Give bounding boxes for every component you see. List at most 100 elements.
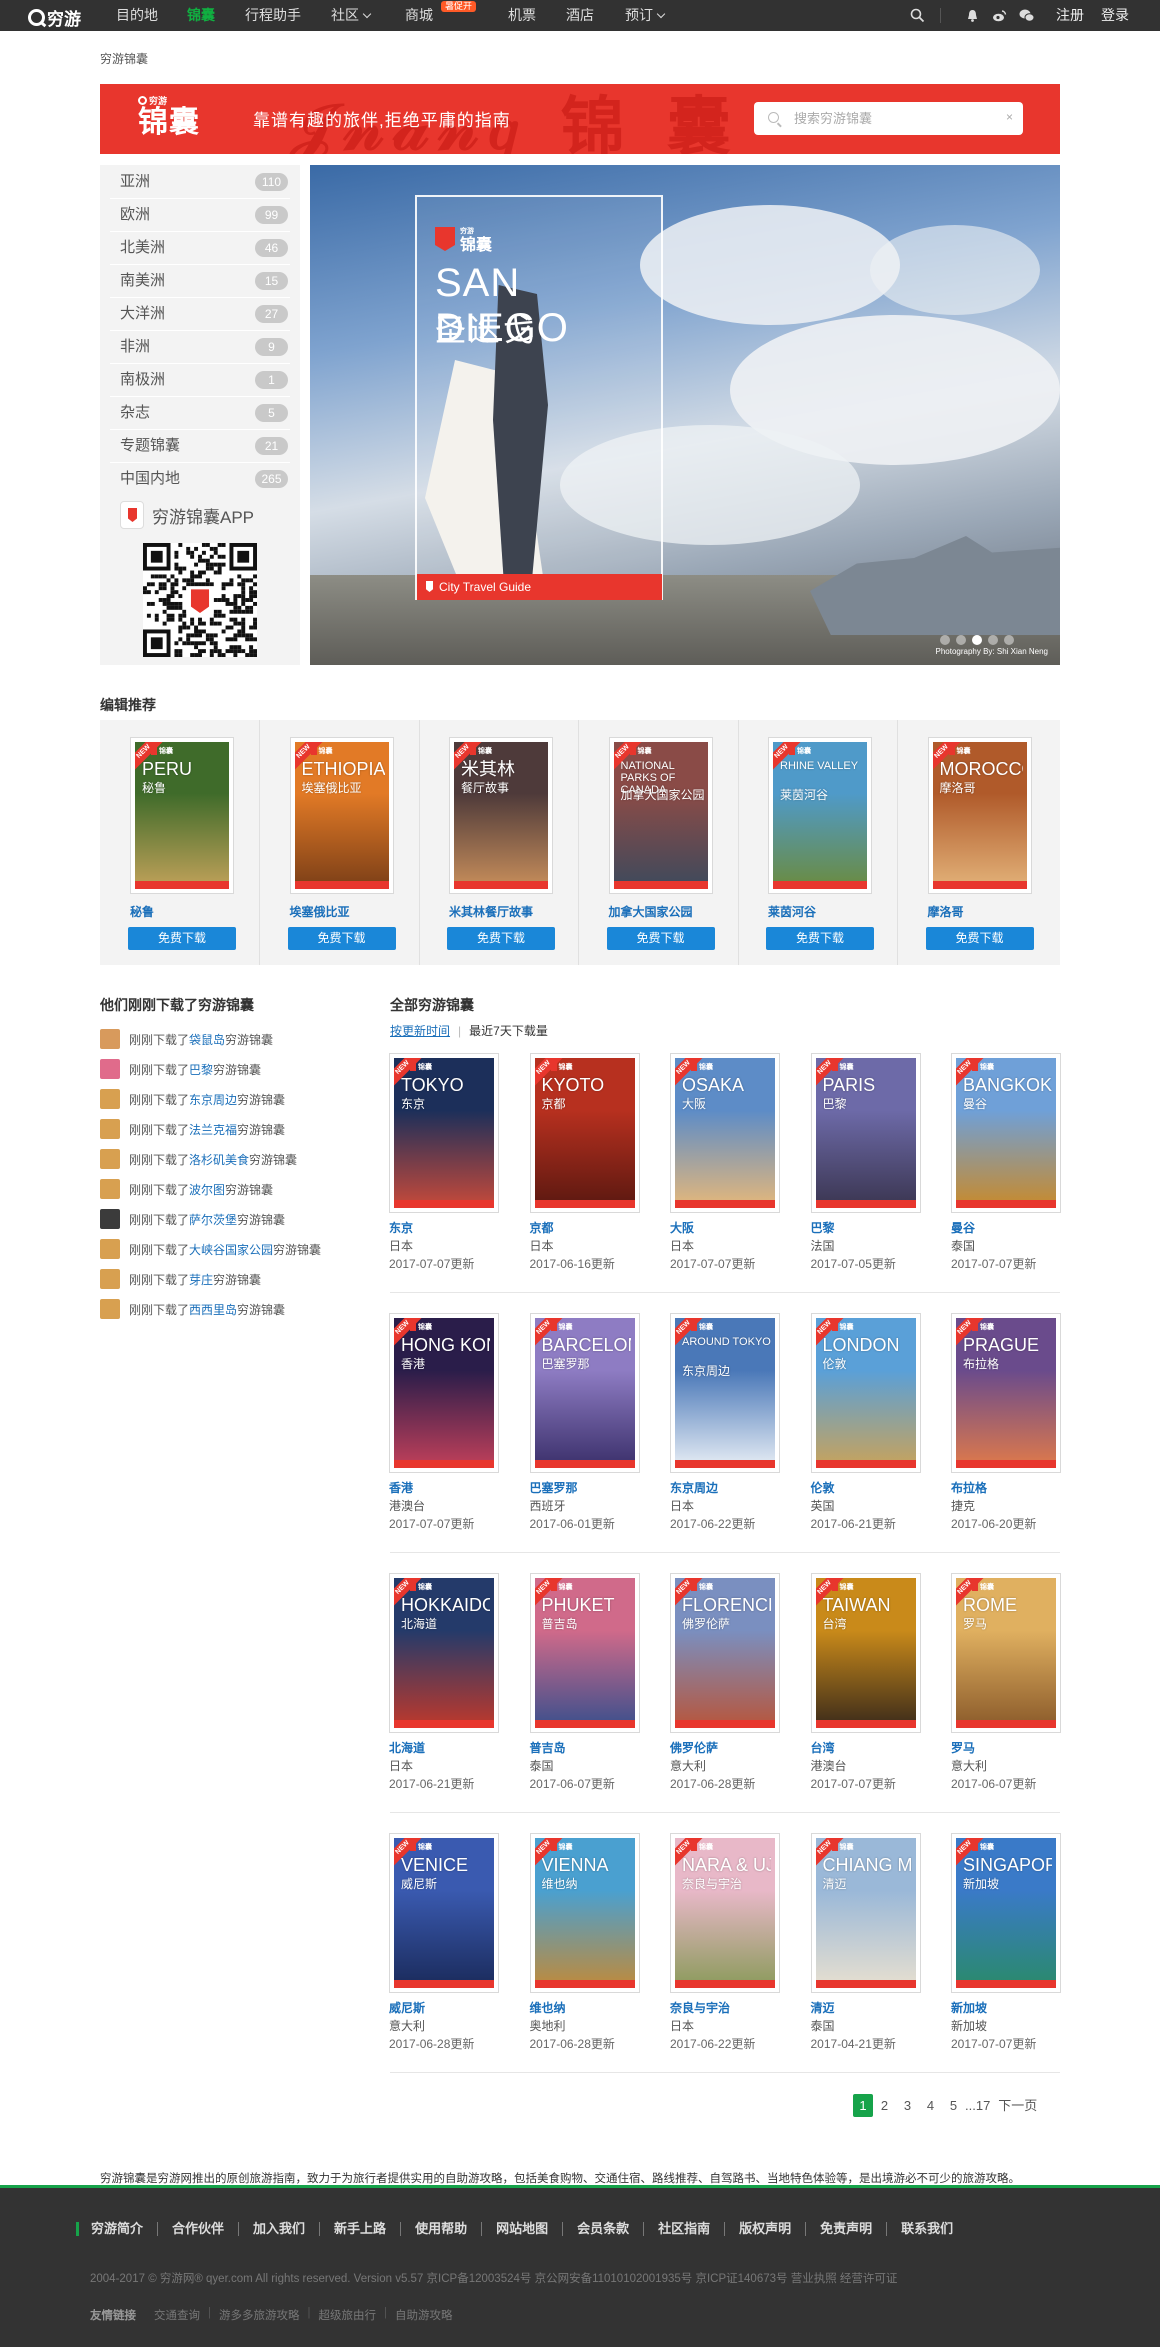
- site-logo[interactable]: 穷游: [28, 5, 81, 30]
- guide-name-link[interactable]: 北海道: [389, 1739, 425, 1756]
- category-item[interactable]: 大洋洲 27: [100, 297, 300, 330]
- nav-item-shop[interactable]: 商城 暑促开: [405, 0, 477, 31]
- footer-link[interactable]: 加入我们: [238, 2222, 319, 2236]
- register-link[interactable]: 注册: [1056, 0, 1084, 31]
- page-link[interactable]: ...17: [965, 2094, 990, 2117]
- guide-cover[interactable]: NEW 锦囊 TOKYO 东京: [389, 1053, 499, 1213]
- category-item[interactable]: 中国内地 265: [100, 462, 300, 495]
- pick-name-link[interactable]: 米其林餐厅故事: [449, 903, 533, 920]
- avatar[interactable]: [100, 1239, 120, 1259]
- avatar[interactable]: [100, 1299, 120, 1319]
- footer-link[interactable]: 合作伙伴: [157, 2222, 238, 2236]
- page-link[interactable]: 3: [896, 2094, 919, 2117]
- guide-name-link[interactable]: 东京: [389, 1219, 413, 1236]
- guide-cover[interactable]: NEW 锦囊 PARIS 巴黎: [810, 1053, 921, 1213]
- login-link[interactable]: 登录: [1101, 0, 1129, 31]
- friend-link[interactable]: 超级旅由行: [319, 2307, 377, 2323]
- pick-name-link[interactable]: 埃塞俄比亚: [290, 903, 350, 920]
- footer-link[interactable]: 会员条款: [562, 2222, 643, 2236]
- free-download-button[interactable]: 免费下载: [128, 927, 236, 950]
- guide-name-link[interactable]: 东京周边: [670, 1479, 718, 1496]
- guide-name-link[interactable]: 维也纳: [530, 1999, 566, 2016]
- guide-name-link[interactable]: 普吉岛: [530, 1739, 566, 1756]
- guide-name-link[interactable]: 京都: [530, 1219, 554, 1236]
- search-icon[interactable]: [910, 8, 925, 23]
- feed-place-link[interactable]: 波尔图: [189, 1181, 225, 1198]
- guide-cover[interactable]: NEW 锦囊 RHINE VALLEY 莱茵河谷: [768, 737, 872, 894]
- nav-item-booking[interactable]: 预订: [625, 0, 666, 31]
- guide-name-link[interactable]: 新加坡: [951, 1999, 987, 2016]
- guide-name-link[interactable]: 香港: [389, 1479, 413, 1496]
- footer-link[interactable]: 社区指南: [643, 2222, 724, 2236]
- feed-place-link[interactable]: 法兰克福: [189, 1121, 237, 1138]
- guide-cover[interactable]: NEW锦囊MOROCCO摩洛哥: [927, 737, 1032, 894]
- hero-guide-cover[interactable]: 穷游 锦囊 SAN DIEGO 圣迭戈 City Travel Guide: [415, 195, 663, 600]
- sort-by-time[interactable]: 按更新时间: [390, 1022, 450, 1039]
- feed-place-link[interactable]: 萨尔茨堡: [189, 1211, 237, 1228]
- category-item[interactable]: 亚洲 110: [100, 165, 300, 198]
- guide-cover[interactable]: NEW 锦囊 米其林 餐厅故事: [449, 737, 553, 894]
- sort-by-downloads[interactable]: 最近7天下载量: [469, 1022, 548, 1039]
- guide-name-link[interactable]: 大阪: [670, 1219, 694, 1236]
- friend-link[interactable]: 自助游攻略: [395, 2307, 453, 2323]
- guide-cover[interactable]: NEW 锦囊 PHUKET 普吉岛: [529, 1573, 640, 1733]
- avatar[interactable]: [100, 1119, 120, 1139]
- carousel-dot[interactable]: [972, 635, 982, 645]
- nav-item-community[interactable]: 社区: [331, 0, 372, 31]
- pick-name-link[interactable]: 莱茵河谷: [768, 903, 816, 920]
- guide-cover[interactable]: NEW 锦囊 HOKKAIDO 北海道: [389, 1573, 499, 1733]
- wechat-icon[interactable]: [1019, 8, 1035, 23]
- guide-cover[interactable]: NEW 锦囊 PRAGUE 布拉格: [951, 1313, 1061, 1473]
- hero-carousel[interactable]: 穷游 锦囊 SAN DIEGO 圣迭戈 City Travel Guide Pho…: [310, 165, 1060, 665]
- feed-place-link[interactable]: 西西里岛: [189, 1301, 237, 1318]
- avatar[interactable]: [100, 1179, 120, 1199]
- next-page-link[interactable]: 下一页: [998, 2094, 1037, 2117]
- feed-place-link[interactable]: 东京周边: [189, 1091, 237, 1108]
- guide-cover[interactable]: NEW锦囊HONG KONG香港: [389, 1313, 499, 1473]
- weibo-icon[interactable]: [992, 8, 1007, 23]
- feed-place-link[interactable]: 洛杉矶美食: [189, 1151, 249, 1168]
- guide-cover[interactable]: NEW锦囊SINGAPORE新加坡: [951, 1833, 1061, 1993]
- page-link[interactable]: 4: [919, 2094, 942, 2117]
- app-download-link[interactable]: 穷游锦囊APP: [120, 500, 254, 530]
- nav-item-guides[interactable]: 锦囊: [187, 0, 215, 31]
- avatar[interactable]: [100, 1059, 120, 1079]
- nav-item-destinations[interactable]: 目的地: [116, 0, 158, 31]
- carousel-dot[interactable]: [956, 635, 966, 645]
- bell-icon[interactable]: [965, 8, 980, 23]
- avatar[interactable]: [100, 1029, 120, 1049]
- category-item[interactable]: 杂志 5: [100, 396, 300, 429]
- footer-link[interactable]: 联系我们: [886, 2222, 967, 2236]
- category-item[interactable]: 非洲 9: [100, 330, 300, 363]
- category-item[interactable]: 专题锦囊 21: [100, 429, 300, 462]
- avatar[interactable]: [100, 1089, 120, 1109]
- footer-link[interactable]: 穷游简介: [76, 2222, 157, 2236]
- guide-cover[interactable]: NEW 锦囊 ETHIOPIA 埃塞俄比亚: [289, 737, 394, 894]
- nav-item-planner[interactable]: 行程助手: [245, 0, 301, 31]
- avatar[interactable]: [100, 1269, 120, 1289]
- guide-name-link[interactable]: 曼谷: [951, 1219, 975, 1236]
- page-link[interactable]: 5: [942, 2094, 965, 2117]
- free-download-button[interactable]: 免费下载: [606, 927, 715, 950]
- search-input[interactable]: [794, 102, 994, 135]
- feed-place-link[interactable]: 巴黎: [189, 1061, 213, 1078]
- guide-cover[interactable]: NEW 锦囊 VENICE 威尼斯: [389, 1833, 499, 1993]
- category-item[interactable]: 南美洲 15: [100, 264, 300, 297]
- guide-cover[interactable]: NEW 锦囊 NARA & UJI 奈良与宇治: [670, 1833, 780, 1993]
- avatar[interactable]: [100, 1149, 120, 1169]
- footer-link[interactable]: 版权声明: [724, 2222, 805, 2236]
- guide-cover[interactable]: NEW 锦囊 PERU 秘鲁: [130, 737, 234, 894]
- breadcrumb[interactable]: 穷游锦囊: [100, 50, 148, 67]
- jinnang-logo[interactable]: 穷游 锦囊: [138, 94, 210, 144]
- feed-place-link[interactable]: 袋鼠岛: [189, 1031, 225, 1048]
- guide-name-link[interactable]: 伦敦: [811, 1479, 835, 1496]
- free-download-button[interactable]: 免费下载: [925, 927, 1034, 950]
- guide-cover[interactable]: NEW锦囊BARCELONA巴塞罗那: [529, 1313, 640, 1473]
- guide-name-link[interactable]: 布拉格: [951, 1479, 987, 1496]
- free-download-button[interactable]: 免费下载: [447, 927, 555, 950]
- guide-cover[interactable]: NEW 锦囊 NATIONAL PARKS OF CANADA 加拿大国家公园: [608, 737, 713, 894]
- guide-cover[interactable]: NEW 锦囊 OSAKA 大阪: [670, 1053, 780, 1213]
- feed-place-link[interactable]: 芽庄: [189, 1271, 213, 1288]
- free-download-button[interactable]: 免费下载: [766, 927, 874, 950]
- footer-link[interactable]: 新手上路: [319, 2222, 400, 2236]
